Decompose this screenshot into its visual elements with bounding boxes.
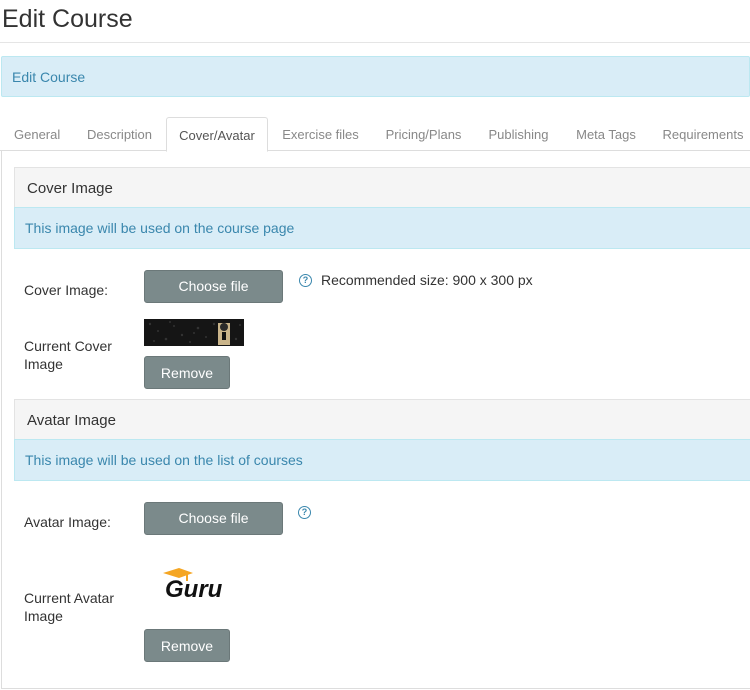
avatar-section-note: This image will be used on the list of c… bbox=[14, 439, 750, 481]
current-avatar-label: Current Avatar Image bbox=[24, 590, 115, 624]
cover-choose-file-button[interactable]: Choose file bbox=[144, 270, 283, 303]
tab-general[interactable]: General bbox=[14, 117, 60, 151]
current-cover-label: Current Cover Image bbox=[24, 338, 112, 372]
avatar-section-heading: Avatar Image bbox=[14, 399, 750, 440]
tab-bar: General Description Cover/Avatar Exercis… bbox=[0, 117, 750, 152]
avatar-remove-button[interactable]: Remove bbox=[144, 629, 230, 662]
cover-size-hint: Recommended size: 900 x 300 px bbox=[321, 272, 533, 288]
title-divider bbox=[0, 42, 750, 43]
tab-publishing[interactable]: Publishing bbox=[488, 117, 549, 151]
help-icon[interactable]: ? bbox=[299, 274, 312, 287]
page-title: Edit Course bbox=[2, 5, 133, 33]
current-cover-thumbnail bbox=[144, 319, 244, 346]
tab-description[interactable]: Description bbox=[86, 117, 153, 151]
tab-meta-tags[interactable]: Meta Tags bbox=[576, 117, 636, 151]
cover-remove-button[interactable]: Remove bbox=[144, 356, 230, 389]
tab-cover-avatar[interactable]: Cover/Avatar bbox=[166, 117, 268, 152]
tab-pricing-plans[interactable]: Pricing/Plans bbox=[385, 117, 462, 151]
guru-logo-text: Guru bbox=[165, 576, 223, 602]
cover-image-label: Cover Image: bbox=[24, 282, 109, 298]
tab-requirements[interactable]: Requirements bbox=[662, 117, 744, 151]
cover-section-note: This image will be used on the course pa… bbox=[14, 207, 750, 249]
avatar-image-label: Avatar Image: bbox=[24, 514, 111, 530]
tab-exercise-files[interactable]: Exercise files bbox=[282, 117, 359, 151]
cover-section-heading: Cover Image bbox=[14, 167, 750, 208]
edit-course-banner: Edit Course bbox=[1, 56, 750, 97]
help-icon[interactable]: ? bbox=[298, 506, 311, 519]
avatar-choose-file-button[interactable]: Choose file bbox=[144, 502, 283, 535]
guru-logo: Guru bbox=[160, 566, 230, 603]
